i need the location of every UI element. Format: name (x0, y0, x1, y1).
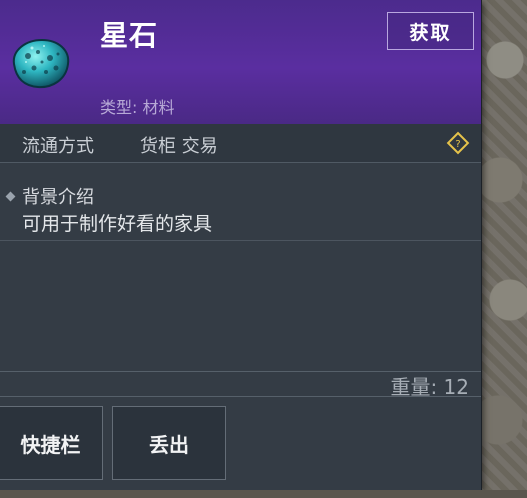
drop-button[interactable]: 丢出 (112, 406, 226, 480)
help-diamond-icon[interactable]: ? (446, 131, 470, 155)
item-header: 星石 类型: 材料 获取 (0, 0, 481, 124)
background-heading: 背景介绍 (5, 183, 94, 209)
acquire-button[interactable]: 获取 (387, 12, 474, 50)
circulation-values: 货柜 交易 (140, 136, 218, 157)
star-stone-icon (12, 38, 70, 89)
item-detail-panel: 星石 类型: 材料 获取 流通方式 货柜 交易 ? 背景介绍 可用于制作好看的家… (0, 0, 482, 490)
circulation-row: 流通方式 货柜 交易 ? (0, 124, 481, 163)
item-type: 类型: 材料 (100, 98, 175, 117)
background-section: 背景介绍 可用于制作好看的家具 (0, 163, 481, 241)
item-name: 星石 (100, 19, 159, 52)
background-heading-text: 背景介绍 (22, 187, 94, 208)
diamond-bullet-icon (5, 191, 16, 201)
background-strip (0, 490, 527, 498)
svg-text:?: ? (455, 139, 460, 150)
hotbar-button[interactable]: 快捷栏 (0, 406, 103, 480)
divider (0, 396, 481, 397)
background-text: 可用于制作好看的家具 (22, 213, 213, 235)
circulation-label: 流通方式 (22, 136, 94, 157)
